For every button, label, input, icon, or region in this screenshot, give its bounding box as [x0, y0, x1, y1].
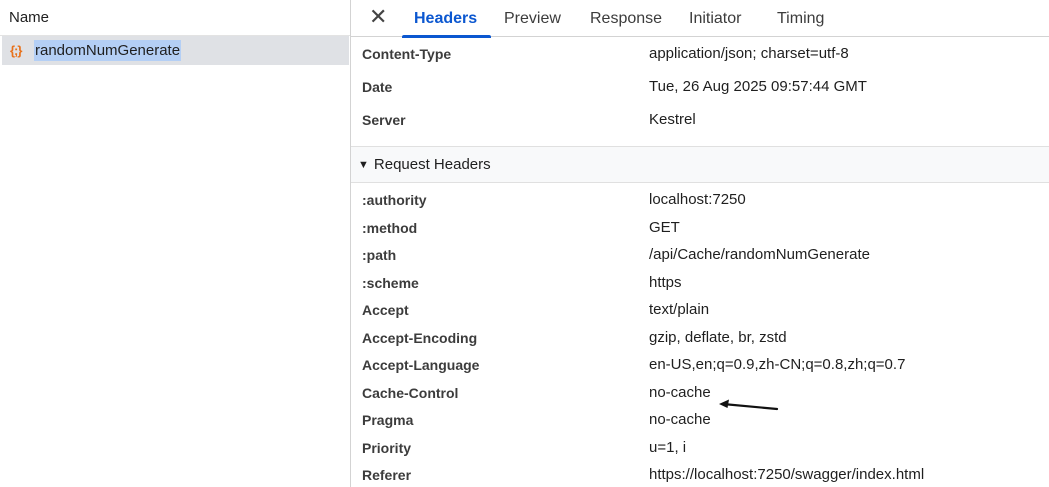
close-icon[interactable]: ✕ — [369, 6, 387, 28]
header-name: Accept-Language — [362, 357, 480, 373]
request-name: randomNumGenerate — [34, 40, 182, 61]
header-name: Content-Type — [362, 46, 452, 62]
request-header-row: :path /api/Cache/randomNumGenerate — [351, 246, 1049, 274]
request-header-row: Accept-Language en-US,en;q=0.9,zh-CN;q=0… — [351, 356, 1049, 384]
header-name: :method — [362, 220, 418, 236]
header-name: :scheme — [362, 275, 419, 291]
header-name: Pragma — [362, 412, 414, 428]
tab-preview[interactable]: Preview — [504, 0, 561, 37]
header-value: application/json; charset=utf-8 — [649, 45, 849, 62]
tab-headers[interactable]: Headers — [401, 0, 492, 38]
request-row[interactable]: {;} randomNumGenerate — [2, 36, 349, 65]
response-header-row: Server Kestrel — [351, 111, 1049, 139]
header-value: /api/Cache/randomNumGenerate — [649, 246, 870, 263]
request-header-row: Accept-Encoding gzip, deflate, br, zstd — [351, 329, 1049, 357]
header-name: Cache-Control — [362, 385, 459, 401]
request-header-row: :method GET — [351, 219, 1049, 247]
triangle-down-icon: ▼ — [358, 158, 369, 171]
header-name: Accept — [362, 302, 409, 318]
header-value: gzip, deflate, br, zstd — [649, 329, 787, 346]
request-headers-section-toggle[interactable]: ▼ Request Headers — [351, 146, 1049, 183]
tab-response[interactable]: Response — [590, 0, 662, 37]
header-name: Date — [362, 79, 393, 95]
request-header-row: :authority localhost:7250 — [351, 191, 1049, 219]
name-column-header[interactable]: Name — [0, 0, 350, 36]
header-name: :authority — [362, 192, 427, 208]
header-name: Accept-Encoding — [362, 330, 478, 346]
section-title: Request Headers — [373, 156, 491, 173]
header-value: Tue, 26 Aug 2025 09:57:44 GMT — [649, 78, 867, 95]
request-list: Name {;} randomNumGenerate — [0, 0, 351, 487]
tab-initiator[interactable]: Initiator — [689, 0, 741, 37]
request-header-row: :scheme https — [351, 274, 1049, 302]
annotation-arrow-icon — [719, 399, 779, 411]
header-value: en-US,en;q=0.9,zh-CN;q=0.8,zh;q=0.7 — [649, 356, 906, 373]
tab-timing[interactable]: Timing — [777, 0, 824, 37]
header-value: https://localhost:7250/swagger/index.htm… — [649, 466, 925, 483]
devtools-network-panel: Name {;} randomNumGenerate ✕ Headers Pre… — [0, 0, 1049, 487]
header-value: GET — [649, 219, 680, 236]
response-header-row: Date Tue, 26 Aug 2025 09:57:44 GMT — [351, 78, 1049, 106]
header-name: Priority — [362, 440, 412, 456]
header-value: no-cache — [649, 411, 711, 428]
header-name: :path — [362, 247, 397, 263]
request-header-row: Cache-Control no-cache — [351, 384, 1049, 412]
request-header-row: Priority u=1, i — [351, 439, 1049, 467]
request-header-row: Accept text/plain — [351, 301, 1049, 329]
header-value: no-cache — [649, 384, 711, 401]
request-header-row: Pragma no-cache — [351, 411, 1049, 439]
header-value: https — [649, 274, 682, 291]
header-name: Referer — [362, 467, 412, 483]
json-braces-icon: {;} — [10, 43, 22, 58]
response-header-row: Content-Type application/json; charset=u… — [351, 45, 1049, 73]
details-tabbar: ✕ Headers Preview Response Initiator Tim… — [351, 0, 1049, 38]
header-value: u=1, i — [649, 439, 687, 456]
header-value: text/plain — [649, 301, 710, 318]
request-details-panel: ✕ Headers Preview Response Initiator Tim… — [351, 0, 1049, 487]
header-name: Server — [362, 112, 406, 128]
request-header-row: Referer https://localhost:7250/swagger/i… — [351, 466, 1049, 487]
header-value: Kestrel — [649, 111, 696, 128]
header-value: localhost:7250 — [649, 191, 746, 208]
